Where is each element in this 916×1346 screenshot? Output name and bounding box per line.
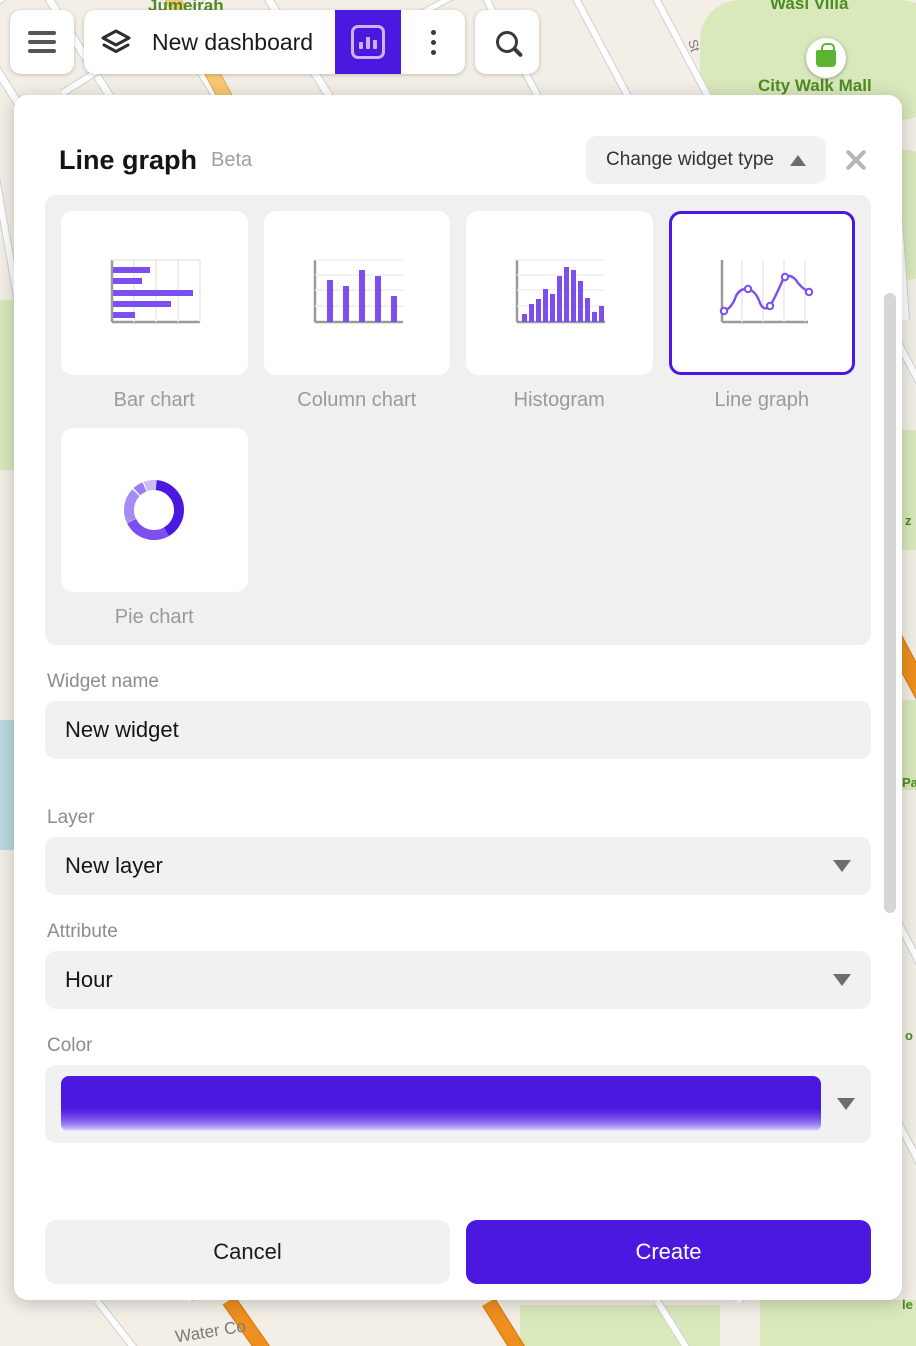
change-widget-type-button[interactable]: Change widget type: [586, 136, 826, 184]
chevron-down-icon: [833, 860, 851, 872]
widget-type-picker: Bar chart Column chart Histogram Line gr…: [45, 195, 871, 645]
top-toolbar: New dashboard: [10, 10, 540, 74]
dashboard-title[interactable]: New dashboard: [148, 10, 335, 74]
attribute-value: Hour: [65, 967, 113, 992]
chevron-down-icon: [837, 1098, 855, 1110]
create-button[interactable]: Create: [466, 1220, 871, 1284]
cancel-button[interactable]: Cancel: [45, 1220, 450, 1284]
layer-select[interactable]: New layer: [45, 837, 871, 895]
layers-icon: [100, 26, 132, 58]
chart-widgets-button[interactable]: [335, 10, 402, 74]
beta-badge: Beta: [211, 148, 253, 171]
widget-type-option-bar-chart[interactable]: Bar chart: [61, 211, 248, 412]
search-card: [475, 10, 540, 74]
menu-card: [10, 10, 74, 74]
shopping-bag-pin-icon[interactable]: [806, 38, 846, 78]
widget-type-card[interactable]: [61, 428, 248, 592]
hamburger-icon: [28, 31, 56, 53]
widget-type-label: Pie chart: [114, 606, 194, 628]
more-options-button[interactable]: [401, 10, 465, 74]
widget-name-input[interactable]: New widget: [45, 701, 871, 759]
pie-chart-icon: [124, 480, 185, 540]
layer-value: New layer: [65, 853, 163, 878]
search-button[interactable]: [475, 10, 539, 74]
widget-type-label: Line graph: [714, 389, 810, 411]
dialog-header: Line graph Beta Change widget type: [14, 95, 902, 195]
widget-type-card[interactable]: [466, 211, 653, 375]
color-gradient-swatch: [61, 1076, 821, 1132]
attribute-select[interactable]: Hour: [45, 951, 871, 1009]
dialog-scrollbar-thumb[interactable]: [884, 293, 896, 913]
histogram-icon: [516, 259, 606, 324]
color-select[interactable]: [45, 1065, 871, 1143]
dialog-title: Line graph: [59, 144, 198, 175]
map-green-area: [520, 1305, 720, 1346]
bar-chart-icon: [351, 25, 386, 59]
color-label: Color: [47, 1035, 93, 1056]
column-chart-icon: [313, 259, 403, 324]
dialog-scrollbar[interactable]: [884, 195, 896, 1200]
widget-type-option-histogram[interactable]: Histogram: [466, 211, 653, 412]
dialog-header-actions: Change widget type: [586, 136, 878, 184]
map-label: City Walk Mall: [758, 76, 872, 95]
map-label: Wasl Villa: [770, 0, 849, 13]
map-label: z: [905, 513, 912, 528]
shopping-bag-glyph: [816, 42, 836, 67]
layer-label: Layer: [47, 807, 95, 828]
widget-creation-dialog: Line graph Beta Change widget type Bar c…: [14, 95, 902, 1300]
widget-type-option-column-chart[interactable]: Column chart: [263, 211, 450, 412]
map-green-area: [760, 1300, 916, 1346]
attribute-label: Attribute: [47, 921, 118, 942]
change-widget-type-label: Change widget type: [606, 149, 774, 170]
chevron-down-icon: [833, 974, 851, 986]
widget-type-label: Column chart: [297, 389, 417, 411]
layers-button[interactable]: [84, 10, 148, 74]
widget-name-value: New widget: [65, 717, 179, 742]
map-label: o: [905, 1028, 913, 1043]
bar-chart-icon: [111, 259, 201, 324]
widget-type-card[interactable]: [61, 211, 248, 375]
line-graph-icon: [719, 260, 813, 324]
widget-type-label: Histogram: [513, 389, 605, 411]
map-label: le: [902, 1297, 913, 1312]
map-label: Pa: [902, 775, 916, 790]
kebab-menu-icon: [430, 29, 436, 55]
chevron-up-icon: [790, 154, 806, 166]
dialog-body: Bar chart Column chart Histogram Line gr…: [14, 195, 902, 1204]
widget-type-option-pie-chart[interactable]: Pie chart: [61, 428, 248, 629]
close-dialog-button[interactable]: [834, 138, 878, 182]
hamburger-menu-button[interactable]: [10, 10, 74, 74]
dashboard-card: New dashboard: [84, 10, 466, 74]
widget-type-label: Bar chart: [113, 389, 195, 411]
dialog-footer: Cancel Create: [14, 1204, 902, 1300]
widget-type-option-line-graph[interactable]: Line graph: [668, 211, 855, 412]
widget-type-card-selected[interactable]: [668, 211, 855, 375]
widget-type-card[interactable]: [263, 211, 450, 375]
search-icon: [496, 31, 519, 53]
map-label: Water Co: [173, 1316, 248, 1346]
widget-name-label: Widget name: [47, 671, 159, 692]
